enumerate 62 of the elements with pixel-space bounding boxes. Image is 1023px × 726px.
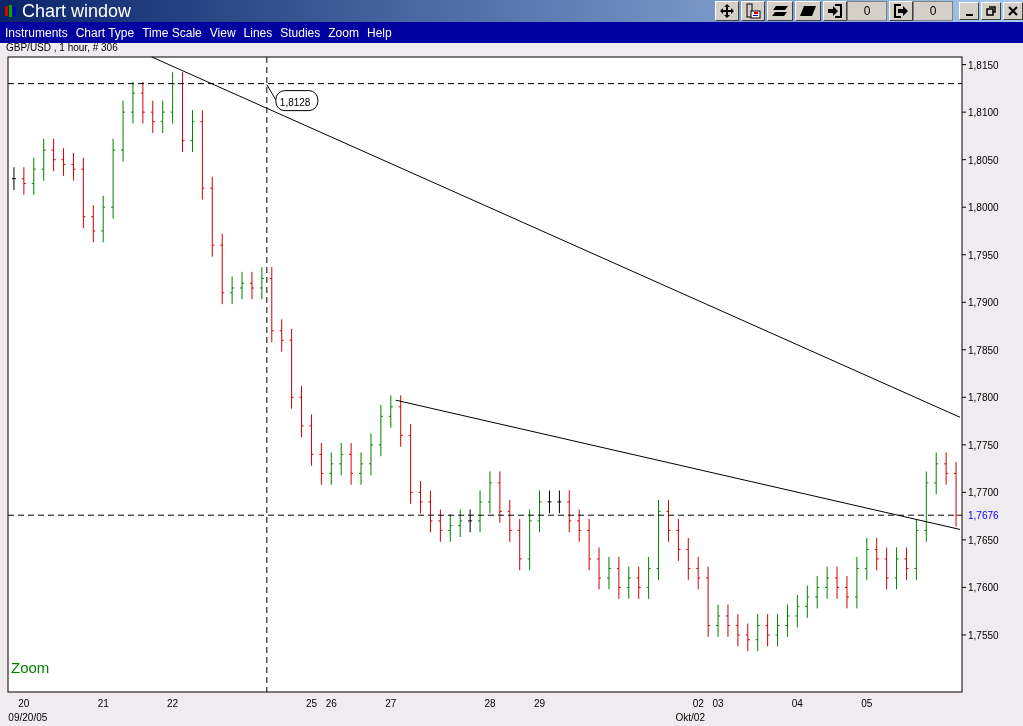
menu-item[interactable]: Help [366,25,392,40]
y-axis-label: 1,7750 [968,439,999,451]
y-axis-label: 1,7700 [968,487,999,499]
minimize-button[interactable] [959,2,979,20]
y-axis-label: 1,7950 [968,249,999,261]
y-axis-label: 1,8100 [968,107,999,119]
menu-item[interactable]: View [209,25,236,40]
y-axis-label: 1,8150 [968,59,999,71]
zoom-label: Zoom [11,659,50,676]
y-axis-label: 1,8050 [968,154,999,166]
parallelogram-icon [799,5,817,17]
four-arrows-icon [719,3,735,19]
x-axis-label: 26 [325,698,337,709]
menu-item[interactable]: Lines [243,25,273,40]
fax-icon [745,3,761,19]
restore-button[interactable] [981,2,1001,20]
menu-item[interactable]: Zoom [328,25,359,40]
close-button[interactable] [1003,2,1023,20]
y-axis-label: 1,7600 [968,582,999,594]
y-axis-label: 1,7850 [968,344,999,356]
move-button[interactable] [715,1,739,21]
trend-line[interactable] [395,399,961,530]
y-axis-label: 1,7650 [968,534,999,546]
x-axis-label: 05 [861,698,873,709]
menu-item[interactable]: Time Scale [142,25,202,40]
x-axis-label: 03 [712,698,724,709]
enter-icon [827,3,843,19]
chart-header: GBP/USD , 1 hour, # 306 [6,43,118,53]
x-axis-label: 22 [167,698,179,709]
counter-field: 0 [913,1,953,21]
menu-item[interactable]: Chart Type [75,25,135,40]
parallelograms-icon [771,5,789,17]
minimize-icon [965,14,973,16]
y-axis-label: 1,7800 [968,392,999,404]
window-title: Chart window [22,0,132,22]
counter-field: 0 [847,1,887,21]
x-axis-label: 04 [791,698,803,709]
menu-item[interactable]: Studies [280,25,321,40]
x-axis-label: 25 [305,698,317,709]
date-label: 09/20/05 [8,712,48,723]
x-axis-label: 27 [385,698,397,709]
thin-line-button[interactable] [767,1,793,21]
restore-icon [986,6,996,16]
x-axis-label: 02 [692,698,704,709]
app-icon [4,4,18,18]
solid-line-button[interactable] [795,1,821,21]
x-axis-label: 28 [484,698,496,709]
y-axis-label: 1,7550 [968,629,999,641]
menu-item[interactable]: Instruments [5,25,68,40]
x-axis-label: 20 [18,698,30,709]
x-axis-label: 21 [97,698,109,709]
y-axis-label: 1,8000 [968,202,999,214]
price-callout: 1,8128 [266,84,319,112]
x-axis-label: 29 [534,698,546,709]
exit-icon [893,3,909,19]
y-axis-label: 1,7900 [968,297,999,309]
exit-button[interactable] [889,1,913,21]
current-price-label: 1,7676 [968,510,999,522]
close-icon [1008,6,1018,16]
enter-button[interactable] [823,1,847,21]
date-label: Okt/02 [675,712,705,723]
device-button[interactable] [741,1,765,21]
